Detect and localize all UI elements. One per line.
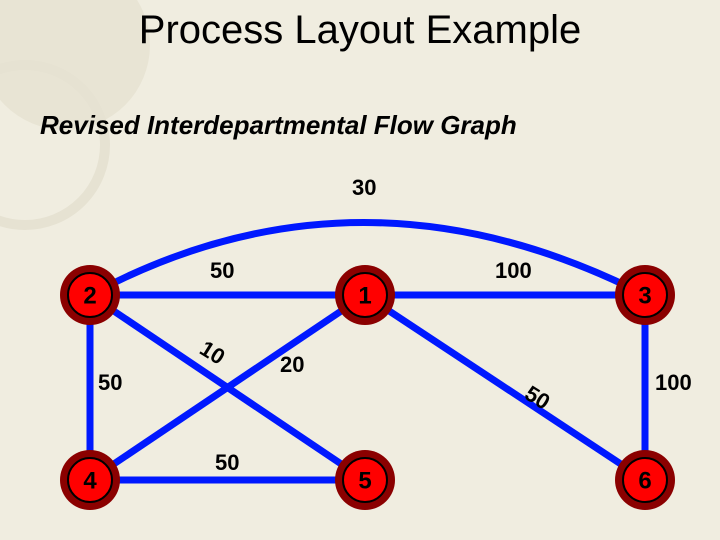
weight-3-6: 100 — [655, 370, 692, 396]
svg-text:5: 5 — [358, 468, 371, 495]
svg-text:6: 6 — [638, 468, 651, 495]
weight-2-3-arc: 30 — [352, 175, 376, 201]
node-3: 3 — [615, 265, 675, 325]
weight-1-3: 100 — [495, 258, 532, 284]
svg-text:1: 1 — [358, 283, 371, 310]
weight-4-1: 20 — [280, 352, 304, 378]
weight-2-4: 50 — [98, 370, 122, 396]
node-4: 4 — [60, 450, 120, 510]
flow-graph: 2 1 3 4 5 6 — [0, 0, 720, 540]
svg-text:3: 3 — [638, 283, 651, 310]
svg-text:4: 4 — [83, 468, 97, 495]
node-5: 5 — [335, 450, 395, 510]
edge-1-6 — [365, 295, 645, 480]
node-6: 6 — [615, 450, 675, 510]
node-1: 1 — [335, 265, 395, 325]
weight-4-5: 50 — [215, 450, 239, 476]
svg-text:2: 2 — [83, 283, 96, 310]
node-2: 2 — [60, 265, 120, 325]
weight-2-1: 50 — [210, 258, 234, 284]
